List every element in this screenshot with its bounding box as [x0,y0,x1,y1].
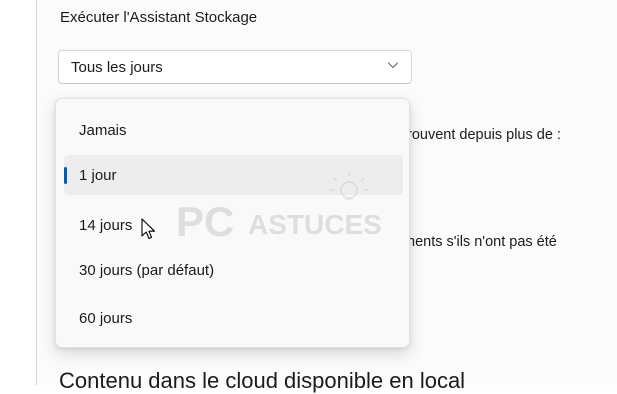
chevron-down-icon [387,62,399,69]
option-label: 14 jours [79,217,133,234]
watermark-pc: PC [176,198,234,245]
option-label: 1 jour [79,167,117,184]
option-label: 30 jours (par défaut) [79,262,215,279]
frequency-dropdown-value: Tous les jours [71,59,163,76]
dropdown-option-30-jours[interactable]: 30 jours (par défaut) [64,250,403,290]
pcastuces-watermark: PC ASTUCES [176,172,382,245]
storage-sense-label: Exécuter l'Assistant Stockage [60,9,258,26]
watermark-astuces: ASTUCES [248,209,382,240]
selection-indicator [64,167,67,184]
option-label: 60 jours [79,310,133,327]
cloud-content-heading: Contenu dans le cloud disponible en loca… [59,368,466,393]
lightbulb-icon [329,172,369,200]
dropdown-option-jamais[interactable]: Jamais [64,110,403,150]
dropdown-option-60-jours[interactable]: 60 jours [64,298,403,338]
option-label: Jamais [79,122,127,139]
mouse-pointer-icon [141,218,156,240]
frequency-dropdown[interactable]: Tous les jours [58,50,412,84]
background-text-line-1: rouvent depuis plus de : [407,127,561,143]
